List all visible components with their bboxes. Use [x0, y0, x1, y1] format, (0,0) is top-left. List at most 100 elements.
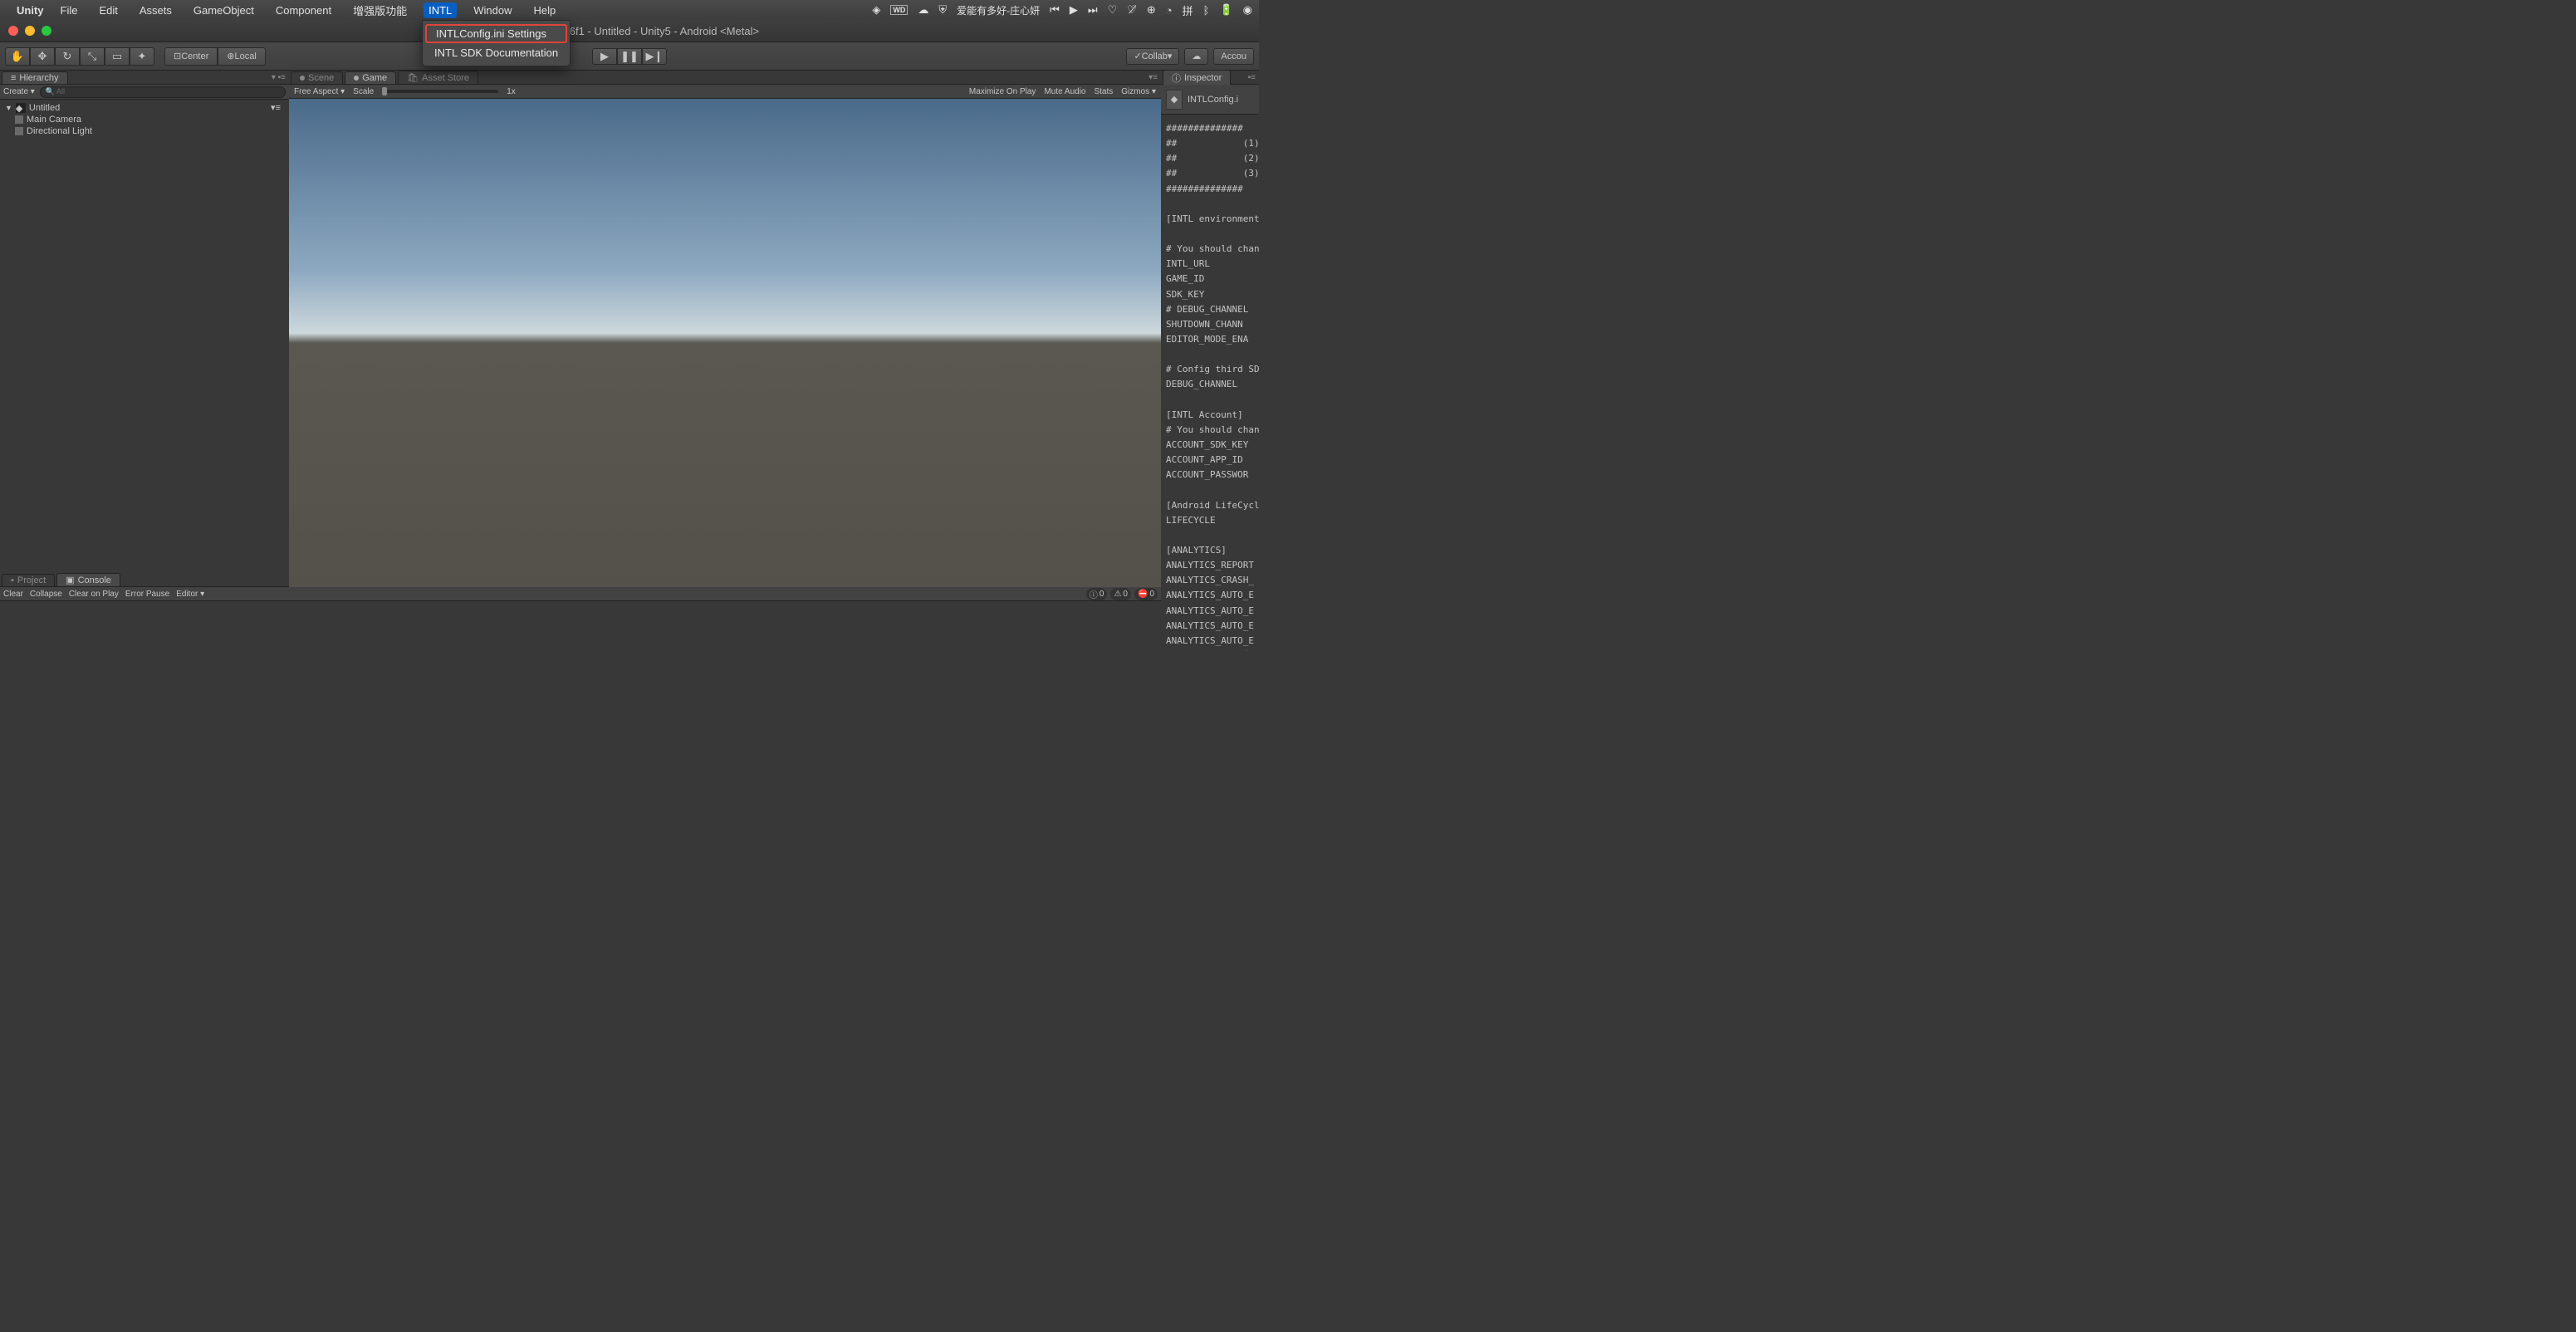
inspector-content: ############## ## (1) The ke ## (2) if h…: [1161, 115, 1259, 651]
console-body-center: [289, 601, 1161, 651]
hierarchy-search-input[interactable]: 🔍 All: [40, 86, 286, 98]
window-controls: [8, 26, 51, 36]
console-editor-button[interactable]: Editor ▾: [176, 590, 204, 599]
aspect-dropdown[interactable]: Free Aspect ▾: [294, 87, 345, 96]
game-tab[interactable]: Game: [345, 71, 396, 84]
scene-tab[interactable]: Scene: [291, 71, 343, 84]
console-right-toolbar: ⓘ 0 ⚠ 0 ⛔ 0: [289, 587, 1161, 601]
menu-edit[interactable]: Edit: [94, 2, 122, 18]
inspector-tab[interactable]: ⓘ Inspector: [1163, 70, 1231, 86]
console-body: [0, 601, 289, 651]
project-tab[interactable]: ▪ Project: [2, 574, 55, 586]
console-tab[interactable]: ▣ Console: [56, 573, 120, 586]
chat-icon[interactable]: ◔: [1166, 4, 1173, 17]
gizmos-dropdown[interactable]: Gizmos ▾: [1121, 87, 1156, 96]
minimize-window-button[interactable]: [25, 26, 35, 36]
stats-toggle[interactable]: Stats: [1094, 87, 1113, 96]
rotate-tool[interactable]: ↻: [55, 47, 80, 66]
bottom-tabs: ▪ Project ▣ Console: [0, 573, 289, 587]
rect-tool[interactable]: ▭: [105, 47, 130, 66]
menu-window[interactable]: Window: [468, 2, 517, 18]
wechat-icon[interactable]: ☁: [918, 3, 928, 17]
hierarchy-options-icon[interactable]: ▾ ▪≡: [272, 73, 289, 82]
play-icon[interactable]: ▶: [1070, 3, 1078, 17]
hand-tool[interactable]: ✋: [5, 47, 30, 66]
hierarchy-scene-root[interactable]: ▼◆Untitled▾≡: [0, 101, 289, 114]
menu-assets[interactable]: Assets: [135, 2, 177, 18]
gameobject-icon: [15, 127, 23, 135]
menu-file[interactable]: File: [56, 2, 83, 18]
hierarchy-body: ▼◆Untitled▾≡ Main Camera Directional Lig…: [0, 100, 289, 573]
unity-hub-icon[interactable]: ◈: [872, 3, 880, 17]
pivot-local-button[interactable]: ⊕ Local: [218, 47, 266, 66]
heart-icon[interactable]: ♡: [1108, 3, 1118, 17]
hierarchy-item-light[interactable]: Directional Light: [0, 125, 289, 137]
pivot-center-button[interactable]: ⊡ Center: [164, 47, 218, 66]
dropdown-sdk-docs[interactable]: INTL SDK Documentation: [423, 43, 570, 62]
main-toolbar: ✋ ✥ ↻ ⤡ ▭ ✦ ⊡ Center ⊕ Local ▶ ❚❚ ▶❙ ✓ C…: [0, 42, 1259, 71]
inspector-filename: INTLConfig.i: [1188, 95, 1238, 105]
game-icon: [354, 76, 359, 81]
console-collapse-button[interactable]: Collapse: [30, 590, 62, 599]
menu-gameobject[interactable]: GameObject: [189, 2, 259, 18]
battery-icon[interactable]: 🔋: [1219, 3, 1232, 17]
info-count-badge[interactable]: ⓘ 0: [1086, 588, 1108, 600]
scale-tool[interactable]: ⤡: [80, 47, 105, 66]
close-window-button[interactable]: [8, 26, 18, 36]
maximize-on-play-toggle[interactable]: Maximize On Play: [969, 87, 1036, 96]
transform-tools: ✋ ✥ ↻ ⤡ ▭ ✦: [5, 47, 154, 66]
center-tabs: Scene Game 🛍 Asset Store ▾≡: [289, 71, 1161, 85]
menu-intl[interactable]: INTL: [424, 2, 457, 18]
menu-enhanced[interactable]: 增强版功能: [348, 1, 412, 20]
app-name[interactable]: Unity: [17, 4, 44, 17]
mute-audio-toggle[interactable]: Mute Audio: [1044, 87, 1085, 96]
console-clear-on-play-button[interactable]: Clear on Play: [69, 590, 119, 599]
input-icon[interactable]: 拼: [1183, 2, 1193, 18]
inspector-tabs: ⓘ Inspector ▪≡: [1161, 71, 1259, 85]
play-controls: ▶ ❚❚ ▶❙: [592, 48, 667, 65]
maximize-window-button[interactable]: [42, 26, 51, 36]
console-error-pause-button[interactable]: Error Pause: [125, 590, 169, 599]
collab-button[interactable]: ✓ Collab ▾: [1126, 48, 1179, 65]
asset-store-tab[interactable]: 🛍 Asset Store: [398, 71, 478, 84]
hierarchy-item-camera[interactable]: Main Camera: [0, 114, 289, 125]
play-button[interactable]: ▶: [592, 48, 617, 65]
intl-dropdown: INTLConfig.ini Settings INTL SDK Documen…: [422, 20, 571, 66]
error-count-badge[interactable]: ⛔ 0: [1134, 588, 1158, 600]
wd-icon[interactable]: WD: [890, 5, 908, 15]
menu-help[interactable]: Help: [529, 2, 561, 18]
window-titlebar: Unity 2018.4.36f1 - Untitled - Unity5 - …: [0, 20, 1259, 42]
game-toolbar: Free Aspect ▾ Scale 1x Maximize On Play …: [289, 85, 1161, 99]
warn-count-badge[interactable]: ⚠ 0: [1110, 588, 1131, 600]
scale-slider[interactable]: [382, 90, 498, 93]
console-clear-button[interactable]: Clear: [3, 590, 23, 599]
wifi-icon[interactable]: ◉: [1243, 3, 1252, 17]
heartbreak-icon[interactable]: ♡̸: [1127, 3, 1137, 17]
next-track-icon[interactable]: ⏭: [1088, 3, 1098, 17]
gameobject-icon: [15, 115, 23, 124]
mac-menubar: Unity File Edit Assets GameObject Compon…: [0, 0, 1259, 20]
menu-component[interactable]: Component: [271, 2, 336, 18]
config-file-icon: ◆: [1166, 90, 1183, 110]
hierarchy-tab[interactable]: ≡ Hierarchy: [2, 71, 68, 84]
game-view: [289, 99, 1161, 587]
hierarchy-create-button[interactable]: Create ▾: [3, 87, 35, 96]
center-options-icon[interactable]: ▾≡: [1148, 73, 1161, 82]
account-button[interactable]: Accou: [1213, 48, 1254, 65]
dropdown-config-settings[interactable]: INTLConfig.ini Settings: [425, 24, 567, 43]
step-button[interactable]: ▶❙: [642, 48, 667, 65]
scale-label: Scale: [353, 87, 374, 96]
bluetooth-icon[interactable]: ᛒ: [1203, 4, 1210, 17]
inspector-options-icon[interactable]: ▪≡: [1248, 73, 1259, 82]
move-tool[interactable]: ✥: [30, 47, 55, 66]
unity-scene-icon: ◆: [16, 103, 26, 113]
scene-icon: [300, 76, 305, 81]
globe-icon[interactable]: ⊕: [1147, 3, 1156, 17]
scene-options-icon[interactable]: ▾≡: [271, 102, 286, 113]
pause-button[interactable]: ❚❚: [617, 48, 642, 65]
prev-track-icon[interactable]: ⏮: [1050, 3, 1060, 17]
inspector-header: ◆ INTLConfig.i: [1161, 85, 1259, 115]
transform-tool[interactable]: ✦: [130, 47, 154, 66]
cloud-button[interactable]: ☁: [1184, 48, 1208, 65]
shield-icon[interactable]: ⛨: [938, 3, 947, 17]
